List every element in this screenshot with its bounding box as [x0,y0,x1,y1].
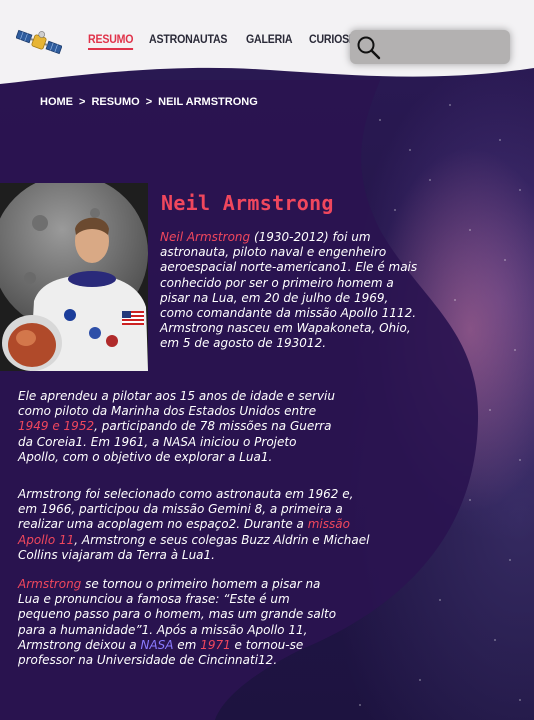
breadcrumb: HOME > RESUMO > NEIL ARMSTRONG [40,96,258,108]
nav-item-resumo[interactable]: RESUMO [88,34,134,50]
breadcrumb-separator: > [145,96,153,108]
search-box[interactable] [350,30,510,64]
breadcrumb-separator: > [79,96,86,108]
search-icon[interactable] [356,35,382,61]
breadcrumb-home[interactable]: HOME [40,96,73,108]
breadcrumb-current: NEIL ARMSTRONG [158,96,258,108]
breadcrumb-resumo[interactable]: RESUMO [91,96,139,108]
nav-item-galeria[interactable]: GALERIA [246,34,293,50]
main-nav: RESUMO ASTRONAUTAS GALERIA CURIOSIDADES [88,34,395,50]
astronaut-portrait [0,183,148,371]
nav-item-astronautas[interactable]: ASTRONAUTAS [149,34,227,50]
page-title: Neil Armstrong [161,191,334,215]
site-header: RESUMO ASTRONAUTAS GALERIA CURIOSIDADES [0,0,534,90]
year-1971-link[interactable]: 1971 [200,638,231,652]
search-input[interactable] [386,36,502,58]
selection-paragraph: Armstrong foi selecionado como astronaut… [18,487,370,562]
satellite-logo-icon[interactable] [16,26,62,58]
intro-paragraph: Neil Armstrong (1930-2012) foi um astron… [160,230,418,351]
career-paragraph: Ele aprendeu a pilotar aos 15 anos de id… [18,389,335,464]
name-link[interactable]: Neil Armstrong [160,230,250,244]
nasa-link[interactable]: NASA [140,638,173,652]
legacy-paragraph: Armstrong se tornou o primeiro homem a p… [18,577,337,668]
years-link[interactable]: 1949 e 1952 [18,419,94,433]
armstrong-link[interactable]: Armstrong [18,577,81,591]
